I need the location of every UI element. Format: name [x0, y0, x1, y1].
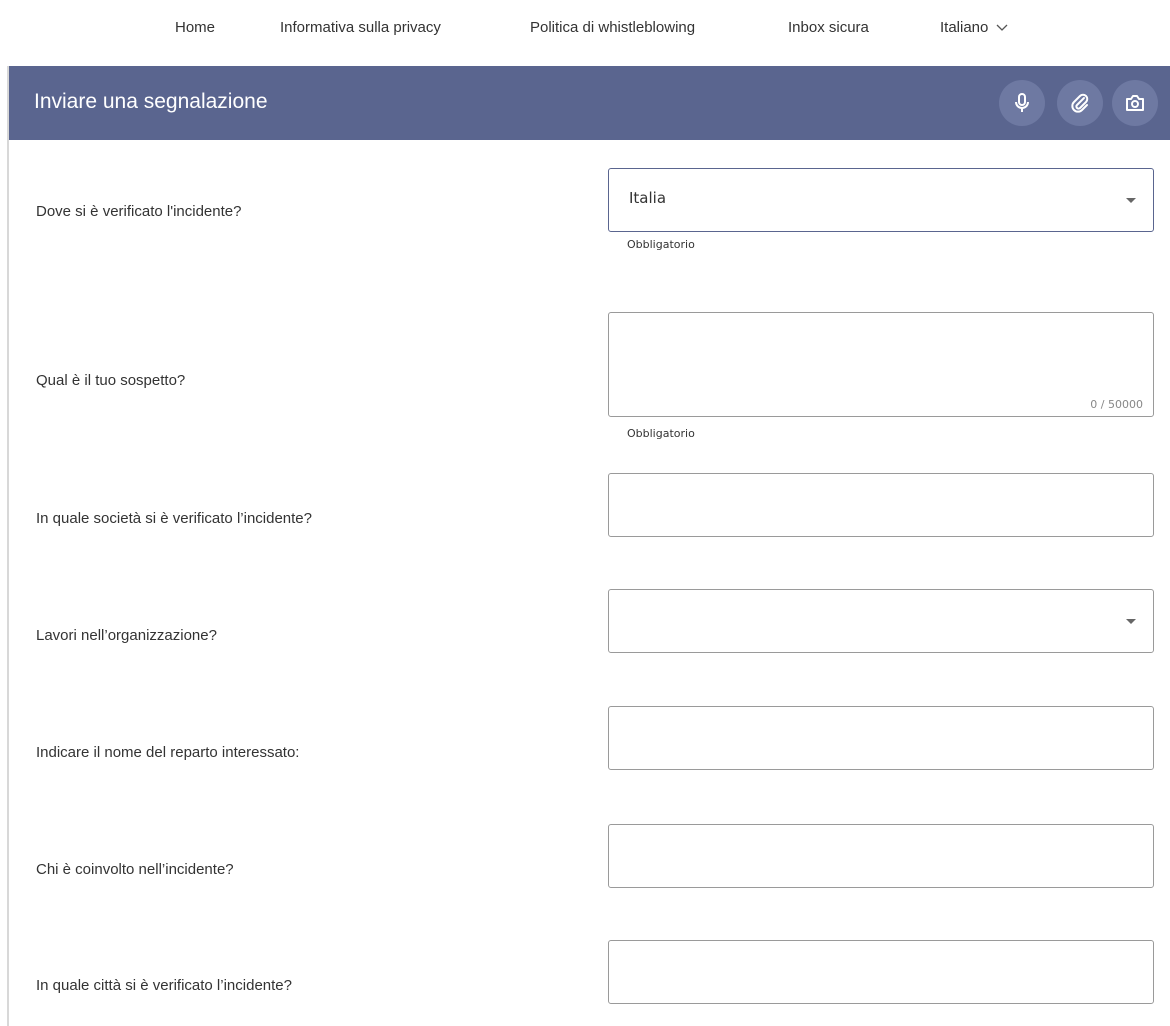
- incident-location-select[interactable]: Italia: [608, 168, 1154, 232]
- nav-whistleblowing-link[interactable]: Politica di whistleblowing: [530, 19, 695, 36]
- caret-down-icon: [1126, 198, 1136, 203]
- caret-down-icon: [1126, 619, 1136, 624]
- microphone-icon: [1015, 93, 1029, 112]
- involved-persons-input[interactable]: [608, 824, 1154, 888]
- works-in-organization-select[interactable]: [608, 589, 1154, 653]
- company-label: In quale società si è verificato l’incid…: [36, 510, 312, 527]
- incident-location-label: Dove si è verificato l'incidente?: [36, 203, 242, 220]
- nav-home-link[interactable]: Home: [175, 19, 215, 36]
- character-counter: 0 / 50000: [1090, 398, 1143, 411]
- language-selector[interactable]: Italiano: [940, 19, 1008, 36]
- nav-privacy-link[interactable]: Informativa sulla privacy: [280, 19, 441, 36]
- department-label: Indicare il nome del reparto interessato…: [36, 744, 300, 761]
- form-header: Inviare una segnalazione: [9, 66, 1170, 140]
- incident-location-required-hint: Obbligatorio: [627, 238, 695, 251]
- chevron-down-icon: [996, 24, 1008, 31]
- nav-secure-inbox-link[interactable]: Inbox sicura: [788, 19, 869, 36]
- camera-icon: [1126, 95, 1144, 111]
- incident-location-value: Italia: [629, 189, 667, 207]
- voice-record-button[interactable]: [999, 80, 1045, 126]
- left-border: [7, 66, 9, 1026]
- form-title: Inviare una segnalazione: [34, 90, 268, 113]
- language-label: Italiano: [940, 19, 989, 36]
- suspicion-required-hint: Obbligatorio: [627, 427, 695, 440]
- suspicion-textarea[interactable]: 0 / 50000: [608, 312, 1154, 417]
- incident-city-input[interactable]: [608, 940, 1154, 1004]
- incident-city-label: In quale città si è verificato l’inciden…: [36, 977, 292, 994]
- company-input[interactable]: [608, 473, 1154, 537]
- works-in-organization-label: Lavori nell’organizzazione?: [36, 627, 217, 644]
- attach-file-button[interactable]: [1057, 80, 1103, 126]
- department-input[interactable]: [608, 706, 1154, 770]
- suspicion-label: Qual è il tuo sospetto?: [36, 372, 186, 389]
- involved-persons-label: Chi è coinvolto nell’incidente?: [36, 861, 234, 878]
- take-photo-button[interactable]: [1112, 80, 1158, 126]
- top-navigation: Home Informativa sulla privacy Politica …: [0, 0, 1170, 60]
- paperclip-icon: [1071, 93, 1089, 113]
